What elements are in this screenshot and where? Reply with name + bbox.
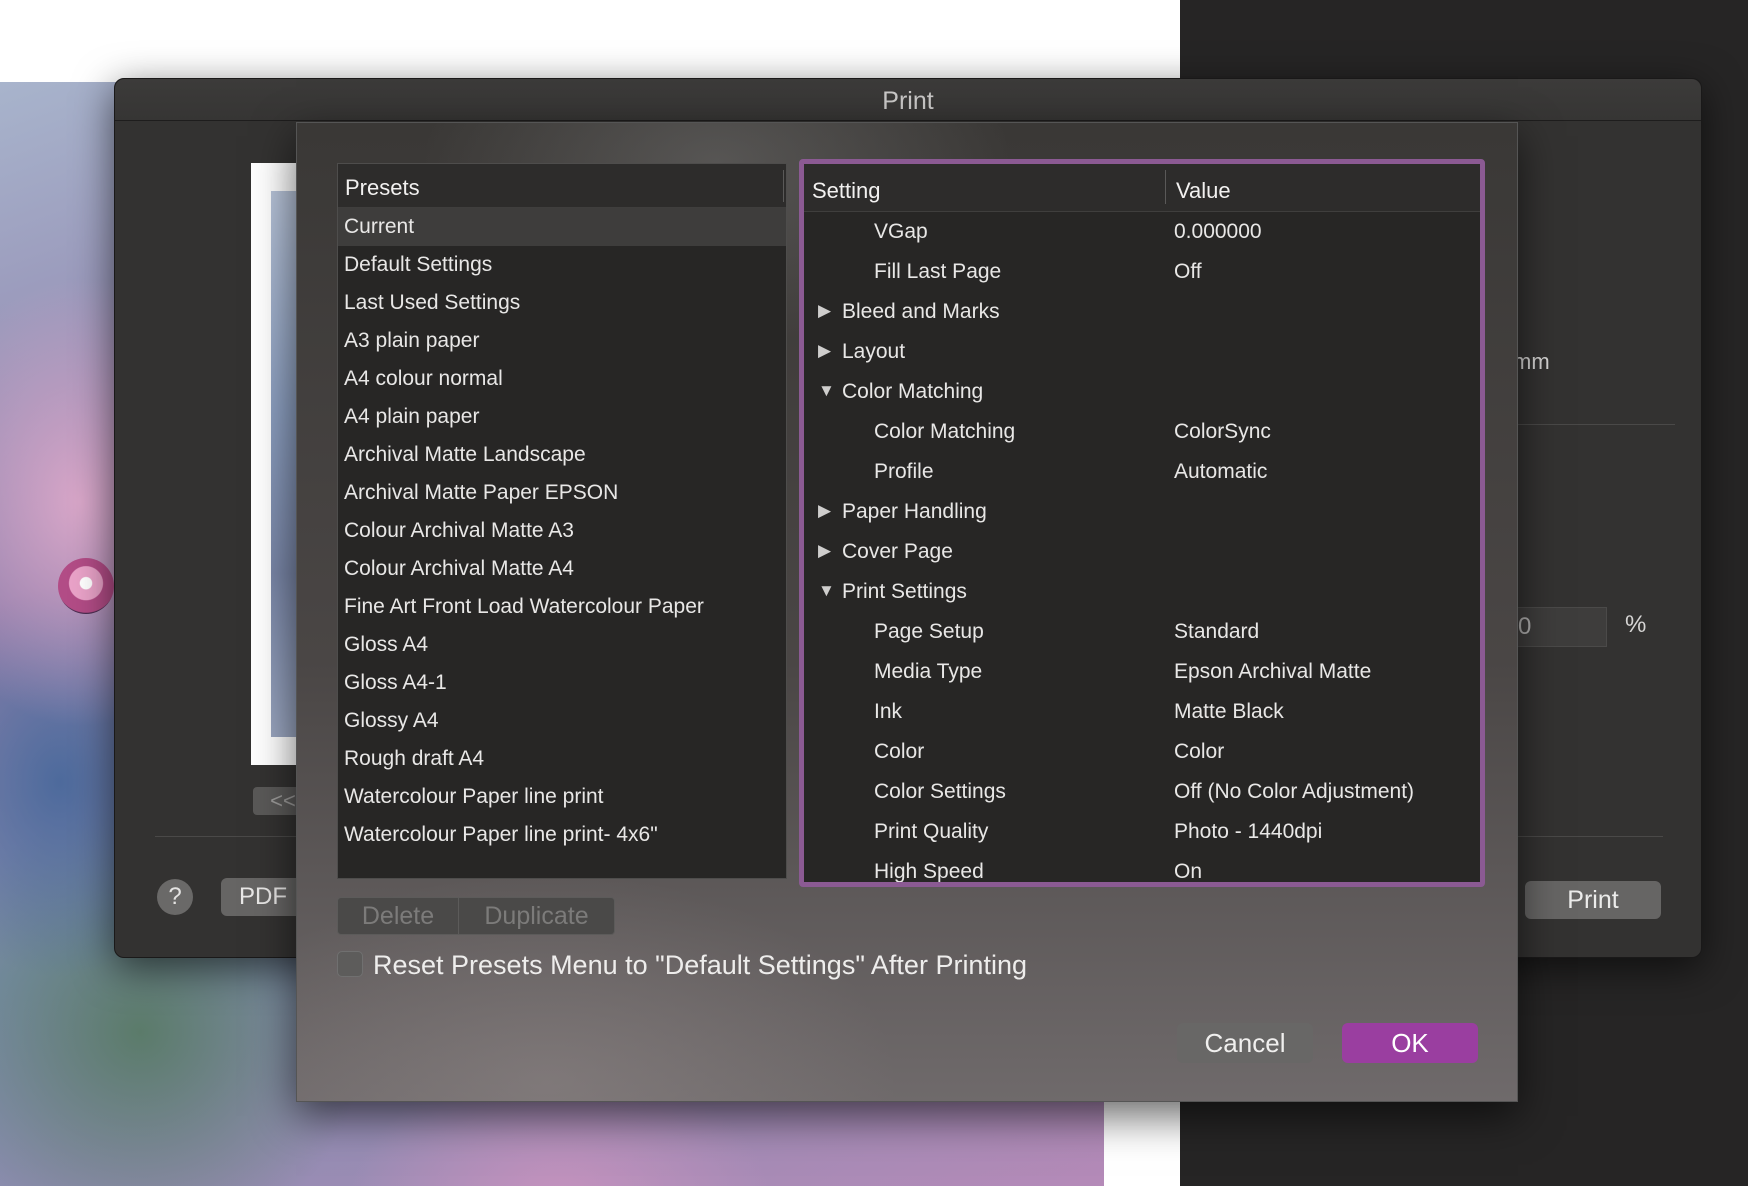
artwork-eye-detail	[58, 558, 114, 614]
preset-item[interactable]: Gloss A4-1	[338, 664, 786, 702]
setting-label: Ink	[874, 700, 903, 723]
setting-label: Color Matching	[842, 380, 984, 403]
settings-table: Setting Value VGap 0.000000 Fill Last Page…	[799, 159, 1485, 887]
setting-row[interactable]: ▼ Print Settings	[804, 572, 1480, 612]
setting-row[interactable]: Color Matching ColorSync	[804, 412, 1480, 452]
setting-row[interactable]: ▼ Color Matching	[804, 372, 1480, 412]
preset-item[interactable]: Current	[338, 208, 786, 246]
print-button[interactable]: Print	[1525, 881, 1661, 919]
setting-value: Automatic	[1174, 460, 1268, 483]
setting-column-label[interactable]: Setting	[812, 178, 881, 204]
setting-row[interactable]: VGap 0.000000	[804, 212, 1480, 252]
preset-item[interactable]: Gloss A4	[338, 626, 786, 664]
preset-item[interactable]: Fine Art Front Load Watercolour Paper	[338, 588, 786, 626]
setting-label: High Speed	[874, 860, 984, 883]
setting-row[interactable]: High Speed On	[804, 852, 1480, 883]
setting-label: Color Settings	[874, 780, 1006, 803]
preset-item[interactable]: Watercolour Paper line print- 4x6"	[338, 816, 786, 854]
setting-label: Fill Last Page	[874, 260, 1002, 283]
triangle-right-icon[interactable]: ▶	[818, 342, 836, 360]
preset-item[interactable]: Watercolour Paper line print	[338, 778, 786, 816]
setting-value: Off (No Color Adjustment)	[1174, 780, 1415, 803]
percent-label: %	[1625, 611, 1647, 638]
preset-item[interactable]: Glossy A4	[338, 702, 786, 740]
setting-row[interactable]: ▶ Layout	[804, 332, 1480, 372]
settings-column-header: Setting Value	[804, 164, 1480, 212]
setting-label: Print Quality	[874, 820, 989, 843]
setting-row[interactable]: ▶ Bleed and Marks	[804, 292, 1480, 332]
presets-header-label: Presets	[345, 175, 420, 200]
preset-item[interactable]: Colour Archival Matte A3	[338, 512, 786, 550]
preset-item[interactable]: Colour Archival Matte A4	[338, 550, 786, 588]
setting-value: Photo - 1440dpi	[1174, 820, 1323, 843]
preset-item[interactable]: Rough draft A4	[338, 740, 786, 778]
setting-row[interactable]: Color Color	[804, 732, 1480, 772]
setting-value: Standard	[1174, 620, 1260, 643]
preset-item[interactable]: A4 colour normal	[338, 360, 786, 398]
setting-label: Layout	[842, 340, 906, 363]
setting-row[interactable]: ▶ Cover Page	[804, 532, 1480, 572]
settings-rows: VGap 0.000000 Fill Last Page Off ▶ Bleed and …	[804, 212, 1480, 883]
setting-label: Profile	[874, 460, 934, 483]
setting-row[interactable]: Ink Matte Black	[804, 692, 1480, 732]
preset-item[interactable]: Default Settings	[338, 246, 786, 284]
setting-label: Paper Handling	[842, 500, 987, 523]
setting-value: Epson Archival Matte	[1174, 660, 1372, 683]
duplicate-preset-button[interactable]: Duplicate	[459, 897, 615, 935]
setting-row[interactable]: Color Settings Off (No Color Adjustment)	[804, 772, 1480, 812]
options-divider	[1505, 424, 1675, 425]
help-button[interactable]: ?	[157, 879, 193, 915]
triangle-right-icon[interactable]: ▶	[818, 542, 836, 560]
column-divider[interactable]	[1165, 170, 1166, 204]
value-column-label[interactable]: Value	[1176, 178, 1231, 204]
setting-label: Print Settings	[842, 580, 967, 603]
setting-label: VGap	[874, 220, 928, 243]
setting-row[interactable]: Fill Last Page Off	[804, 252, 1480, 292]
triangle-down-icon[interactable]: ▼	[818, 582, 836, 600]
cancel-button[interactable]: Cancel	[1177, 1023, 1313, 1063]
setting-value: Matte Black	[1174, 700, 1284, 723]
setting-label: Bleed and Marks	[842, 300, 1000, 323]
triangle-right-icon[interactable]: ▶	[818, 302, 836, 320]
setting-value: ColorSync	[1174, 420, 1271, 443]
presets-rows: Current Default Settings Last Used Setting…	[338, 208, 786, 854]
presets-list: Presets Current Default Settings Last Used…	[337, 163, 787, 879]
unit-label: mm	[1513, 349, 1550, 374]
setting-row[interactable]: ▶ Paper Handling	[804, 492, 1480, 532]
scale-input[interactable]: 0	[1513, 607, 1607, 647]
reset-presets-checkbox[interactable]	[337, 951, 363, 977]
preset-item[interactable]: Last Used Settings	[338, 284, 786, 322]
setting-label: Color	[874, 740, 925, 763]
setting-row[interactable]: Print Quality Photo - 1440dpi	[804, 812, 1480, 852]
preset-item[interactable]: A3 plain paper	[338, 322, 786, 360]
triangle-down-icon[interactable]: ▼	[818, 382, 836, 400]
setting-value: Off	[1174, 260, 1202, 283]
setting-value: On	[1174, 860, 1203, 883]
setting-row[interactable]: Page Setup Standard	[804, 612, 1480, 652]
setting-value: 0.000000	[1174, 220, 1262, 243]
presets-sheet: Presets Current Default Settings Last Used…	[296, 122, 1518, 1102]
delete-preset-button[interactable]: Delete	[337, 897, 459, 935]
ok-button[interactable]: OK	[1342, 1023, 1478, 1063]
preset-item[interactable]: Archival Matte Landscape	[338, 436, 786, 474]
setting-label: Cover Page	[842, 540, 953, 563]
triangle-right-icon[interactable]: ▶	[818, 502, 836, 520]
setting-row[interactable]: Profile Automatic	[804, 452, 1480, 492]
setting-label: Media Type	[874, 660, 983, 683]
reset-presets-label[interactable]: Reset Presets Menu to "Default Settings"…	[373, 950, 1027, 981]
setting-row[interactable]: Media Type Epson Archival Matte	[804, 652, 1480, 692]
preset-item[interactable]: Archival Matte Paper EPSON	[338, 474, 786, 512]
print-dialog-title: Print	[115, 79, 1701, 121]
setting-value: Color	[1174, 740, 1225, 763]
presets-column-header[interactable]: Presets	[338, 164, 786, 208]
setting-label: Color Matching	[874, 420, 1016, 443]
preset-item[interactable]: A4 plain paper	[338, 398, 786, 436]
setting-label: Page Setup	[874, 620, 984, 643]
